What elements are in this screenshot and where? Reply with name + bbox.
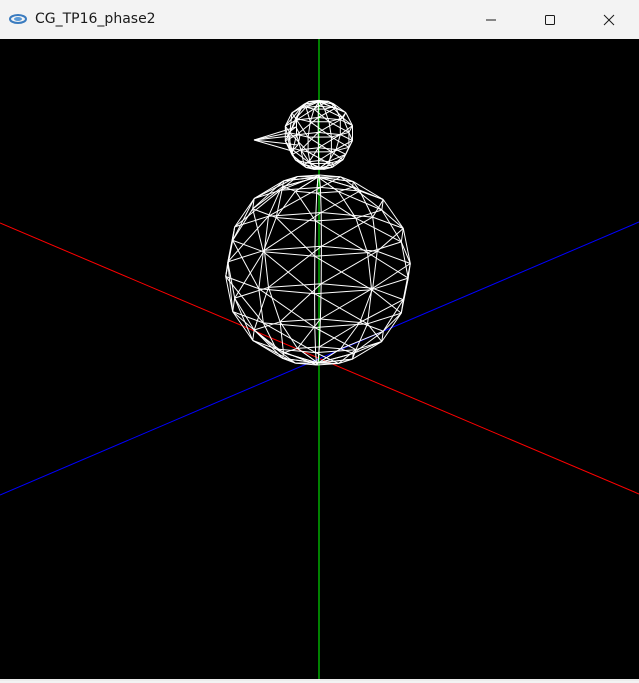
body-sphere-edge	[315, 324, 368, 328]
body-sphere-edge	[253, 209, 264, 252]
body-sphere-edge	[373, 217, 378, 251]
close-button[interactable]	[586, 0, 632, 39]
body-sphere-edge	[315, 256, 372, 289]
head-sphere-edge	[309, 161, 319, 162]
body-sphere-edge	[233, 298, 235, 312]
body-sphere-edge	[317, 177, 318, 193]
body-sphere-edge	[317, 192, 339, 194]
body-sphere-edge	[269, 287, 281, 321]
wireframe-model	[226, 100, 411, 365]
body-sphere-edge	[235, 190, 280, 227]
body-sphere-edge	[321, 217, 372, 246]
body-sphere-edge	[403, 278, 408, 300]
close-icon	[603, 14, 615, 26]
body-sphere-edge	[228, 227, 235, 262]
body-sphere-edge	[320, 319, 359, 323]
maximize-button[interactable]	[527, 0, 573, 39]
window-title: CG_TP16_phase2	[35, 10, 156, 28]
body-sphere-edge	[269, 284, 322, 288]
scene-svg	[0, 39, 639, 679]
body-sphere-edge	[263, 252, 315, 257]
head-sphere-edge	[301, 132, 318, 149]
body-sphere-edge	[315, 253, 368, 257]
body-sphere-edge	[321, 246, 377, 251]
app-icon	[8, 10, 28, 28]
body-sphere-edge	[360, 323, 384, 332]
head-sphere-edge	[318, 118, 340, 120]
body-sphere-edge	[264, 246, 321, 250]
app-window: CG_TP16_phase2	[0, 0, 639, 681]
body-sphere-edge	[233, 240, 259, 288]
body-sphere-edge	[356, 324, 368, 350]
body-sphere-edge	[233, 240, 264, 251]
head-sphere-edge	[329, 122, 331, 137]
head-sphere-edge	[319, 150, 337, 161]
head-sphere-edge	[319, 161, 329, 162]
body-sphere-edge	[264, 213, 321, 251]
body-sphere-edge	[321, 213, 373, 218]
body-sphere-edge	[269, 190, 281, 216]
body-sphere-edge	[315, 290, 372, 294]
minimize-button[interactable]	[468, 0, 514, 39]
body-sphere-edge	[253, 330, 255, 340]
body-sphere-edge	[235, 298, 255, 330]
body-sphere-edge	[320, 187, 321, 212]
head-sphere-edge	[310, 122, 331, 137]
head-sphere-edge	[301, 148, 319, 150]
body-sphere-edge	[276, 218, 315, 257]
beak-cone-edge	[254, 140, 298, 145]
title-bar[interactable]: CG_TP16_phase2	[0, 0, 639, 39]
maximize-icon	[544, 14, 556, 26]
head-sphere-edge	[309, 148, 318, 162]
body-sphere-edge	[372, 278, 409, 290]
head-sphere-edge	[306, 107, 310, 122]
body-sphere-edge	[360, 288, 373, 322]
body-sphere-edge	[320, 284, 321, 319]
head-sphere-edge	[318, 132, 340, 134]
body-sphere-edge	[228, 262, 233, 312]
head-sphere-edge	[336, 150, 346, 155]
body-sphere-edge	[259, 252, 264, 289]
body-sphere-edge	[318, 353, 353, 363]
opengl-viewport[interactable]	[0, 39, 639, 679]
body-sphere-edge	[315, 328, 316, 353]
body-sphere-edge	[319, 347, 340, 349]
body-sphere-edge	[373, 217, 404, 228]
body-sphere-edge	[368, 253, 409, 279]
body-sphere-edge	[235, 250, 265, 298]
head-sphere-edge	[334, 154, 346, 164]
minimize-icon	[485, 14, 497, 26]
body-sphere-edge	[368, 253, 372, 290]
body-sphere-edge	[254, 177, 297, 199]
body-sphere-edge	[235, 298, 253, 340]
body-sphere-edge	[264, 216, 268, 250]
body-sphere-edge	[316, 193, 317, 221]
